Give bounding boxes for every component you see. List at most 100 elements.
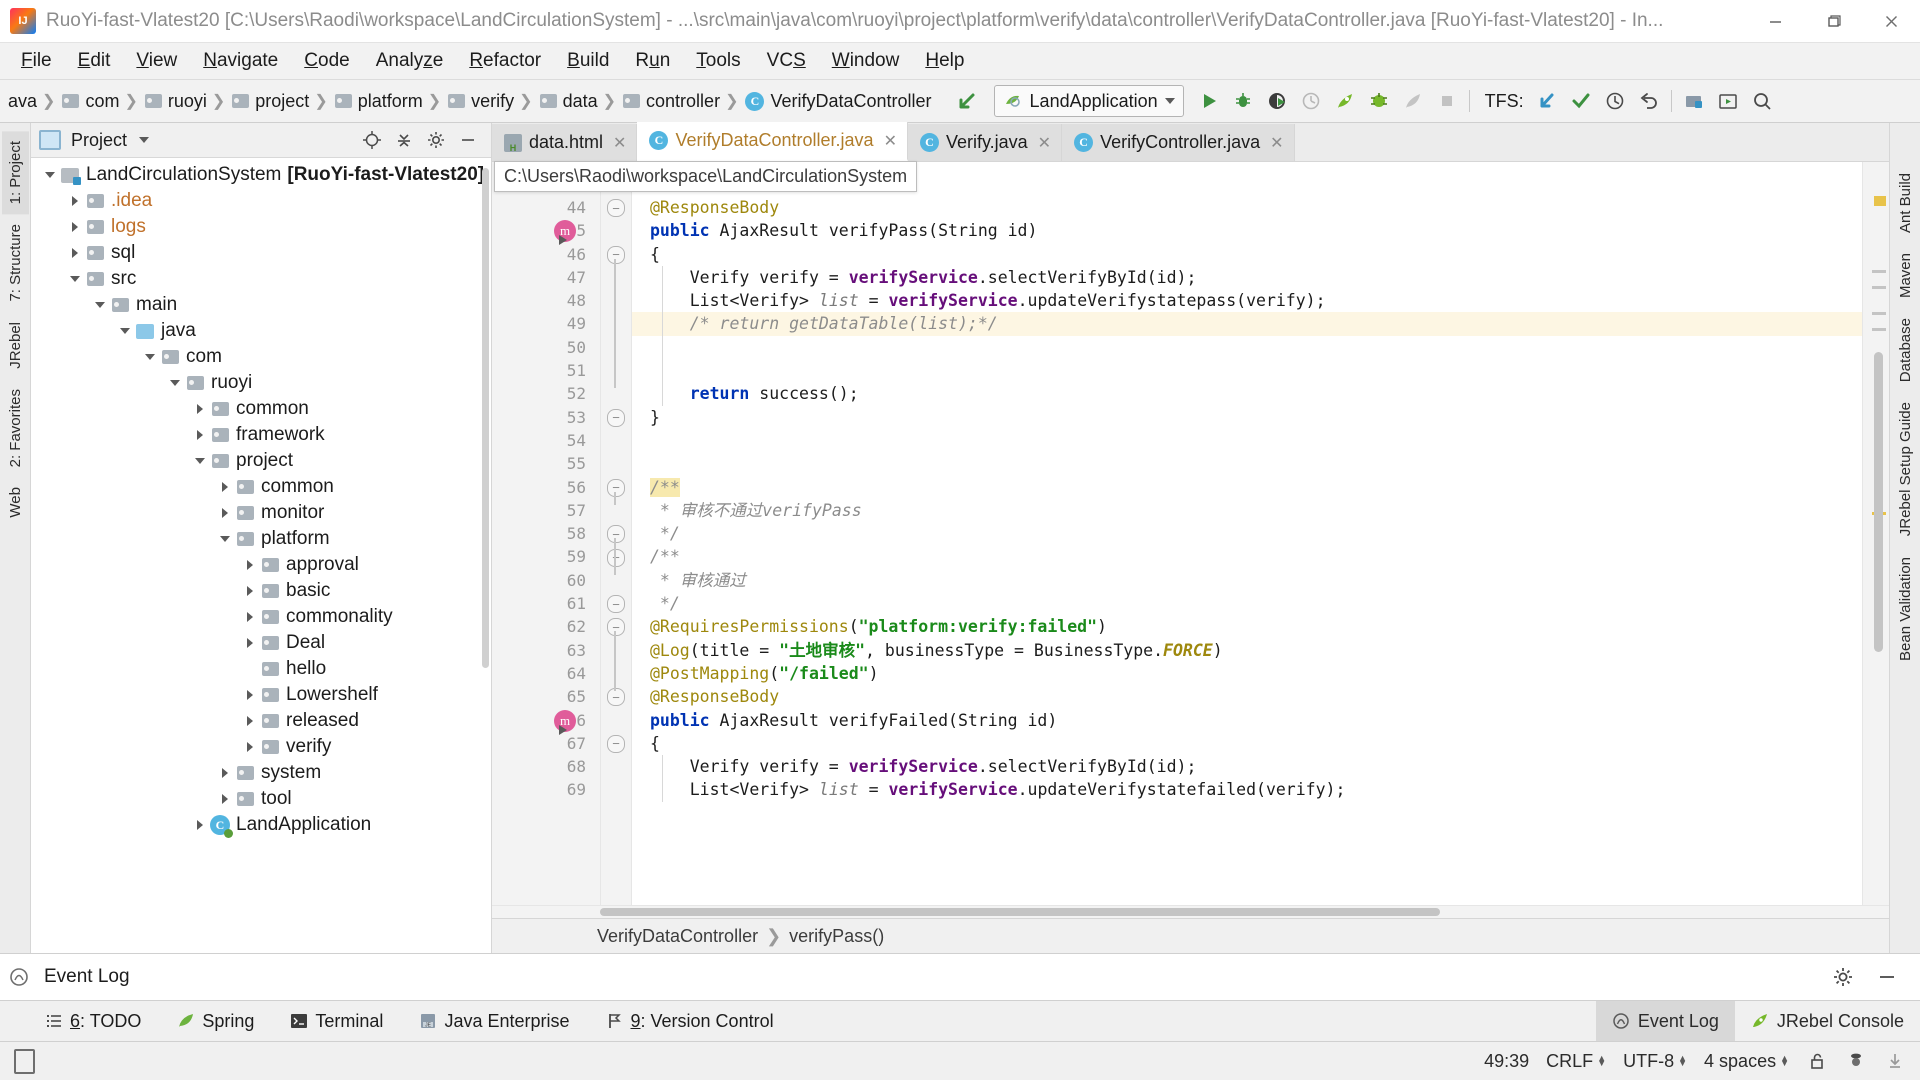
code-folding-gutter[interactable]: − − − − − − − − − − bbox=[601, 162, 632, 905]
code-area[interactable]: 44 45 46 47 48 49 50 51 52 53 54 55 56 57 58 59 60 61 62 63… bbox=[492, 162, 1889, 905]
tree-row[interactable]: verify bbox=[31, 734, 491, 760]
close-icon[interactable]: ✕ bbox=[1038, 133, 1051, 153]
gear-icon[interactable] bbox=[1832, 966, 1854, 988]
menu-navigate[interactable]: Navigate bbox=[190, 46, 291, 76]
code-text[interactable]: @ResponseBody public AjaxResult verifyPas… bbox=[632, 162, 1862, 905]
fold-end-icon[interactable]: − bbox=[607, 595, 625, 614]
code-line[interactable]: List<Verify> list = verifyService.update… bbox=[632, 289, 1862, 312]
settings-gear-icon[interactable] bbox=[425, 129, 447, 151]
breadcrumb-com[interactable]: com bbox=[56, 91, 123, 112]
tree-row[interactable]: platform bbox=[31, 526, 491, 552]
fold-end-icon[interactable]: − bbox=[607, 199, 625, 217]
code-line[interactable]: /* return getDataTable(list);*/ bbox=[632, 312, 1862, 336]
code-line[interactable] bbox=[632, 452, 1862, 475]
chevron-right-icon[interactable] bbox=[241, 690, 259, 700]
tool-window-tab-maven[interactable]: Maven bbox=[1892, 243, 1919, 308]
project-structure-icon[interactable] bbox=[1677, 84, 1711, 118]
collapse-all-icon[interactable] bbox=[393, 129, 415, 151]
menu-edit[interactable]: Edit bbox=[65, 46, 124, 76]
tool-window-tab-database[interactable]: Database bbox=[1892, 308, 1919, 392]
tree-row[interactable]: common bbox=[31, 474, 491, 500]
code-line[interactable]: } bbox=[632, 406, 1862, 429]
breadcrumb-data[interactable]: data bbox=[534, 91, 602, 112]
close-icon[interactable]: ✕ bbox=[1270, 133, 1283, 153]
run-with-coverage-icon[interactable] bbox=[1260, 84, 1294, 118]
fold-start-icon[interactable]: − bbox=[607, 245, 625, 264]
chevron-right-icon[interactable] bbox=[241, 742, 259, 752]
tool-window-tab-1-project[interactable]: 1: Project bbox=[1, 131, 29, 215]
chevron-down-icon[interactable] bbox=[139, 137, 150, 143]
tree-row[interactable]: ruoyi bbox=[31, 370, 491, 396]
chevron-down-icon[interactable] bbox=[216, 536, 234, 542]
run-configuration-selector[interactable]: LandApplication bbox=[993, 85, 1184, 117]
chevron-right-icon[interactable] bbox=[216, 794, 234, 804]
history-icon[interactable] bbox=[1598, 84, 1632, 118]
chevron-right-icon[interactable] bbox=[191, 404, 209, 414]
breadcrumb-platform[interactable]: platform bbox=[329, 91, 427, 112]
code-line[interactable]: Verify verify = verifyService.selectVeri… bbox=[632, 266, 1862, 289]
hector-icon[interactable] bbox=[1845, 1050, 1867, 1072]
minimize-button[interactable] bbox=[1746, 1, 1804, 42]
code-line[interactable]: { bbox=[632, 243, 1862, 266]
tool-window-tab-2-favorites[interactable]: 2: Favorites bbox=[2, 379, 29, 477]
tool-window-tab-ant-build[interactable]: Ant Build bbox=[1892, 163, 1919, 243]
tree-row[interactable]: project bbox=[31, 448, 491, 474]
tree-row[interactable]: approval bbox=[31, 552, 491, 578]
locate-icon[interactable] bbox=[361, 129, 383, 151]
bottom-tab-spring[interactable]: Spring bbox=[172, 1008, 259, 1035]
bottom-tab-event-log[interactable]: Event Log bbox=[1595, 1001, 1735, 1041]
check-out-icon[interactable] bbox=[1530, 84, 1564, 118]
chevron-down-icon[interactable] bbox=[191, 458, 209, 464]
chevron-right-icon[interactable] bbox=[241, 612, 259, 622]
tree-row[interactable]: framework bbox=[31, 422, 491, 448]
editor-horizontal-scrollbar[interactable] bbox=[600, 908, 1440, 916]
chevron-right-icon[interactable] bbox=[66, 222, 84, 232]
code-line[interactable]: /** bbox=[632, 545, 1862, 568]
menu-tools[interactable]: Tools bbox=[683, 46, 753, 76]
profile-icon[interactable] bbox=[1294, 84, 1328, 118]
tree-row[interactable]: LandCirculationSystem [RuoYi-fast-Vlatest… bbox=[31, 162, 491, 188]
bottom-tab-jrebel-console[interactable]: JRebel Console bbox=[1735, 1001, 1920, 1041]
close-button[interactable] bbox=[1862, 1, 1920, 42]
chevron-right-icon[interactable] bbox=[241, 560, 259, 570]
bottom-tab-java-enterprise[interactable]: JE Java Enterprise bbox=[414, 1008, 574, 1035]
check-in-icon[interactable] bbox=[1564, 84, 1598, 118]
code-line[interactable]: * 审核不通过verifyPass bbox=[632, 499, 1862, 522]
chevron-right-icon[interactable] bbox=[66, 248, 84, 258]
menu-run[interactable]: Run bbox=[622, 46, 683, 76]
code-line[interactable]: @PostMapping("/failed") bbox=[632, 662, 1862, 685]
tree-row[interactable]: sql bbox=[31, 240, 491, 266]
caret-position[interactable]: 49:39 bbox=[1484, 1051, 1529, 1072]
breadcrumb-controller[interactable]: controller bbox=[617, 91, 724, 112]
code-line[interactable]: List<Verify> list = verifyService.update… bbox=[632, 778, 1862, 801]
fold-start-icon[interactable]: − bbox=[607, 478, 625, 497]
tree-row[interactable]: hello bbox=[31, 656, 491, 682]
bottom-tab-6-todo[interactable]: 6: TODO bbox=[40, 1008, 146, 1035]
tree-row[interactable]: Deal bbox=[31, 630, 491, 656]
search-everywhere-icon[interactable] bbox=[1745, 84, 1779, 118]
breadcrumb-ava[interactable]: ava bbox=[2, 91, 41, 112]
code-line[interactable]: @ResponseBody bbox=[632, 196, 1862, 219]
breadcrumb-verifydatacontroller[interactable]: C VerifyDataController bbox=[739, 91, 935, 112]
project-tree-scrollbar[interactable] bbox=[482, 168, 489, 668]
fold-start-icon[interactable]: − bbox=[607, 734, 625, 753]
breadcrumb-verify[interactable]: verify bbox=[442, 91, 518, 112]
tool-window-tab-jrebel[interactable]: JRebel bbox=[2, 312, 29, 379]
change-marker[interactable] bbox=[1872, 270, 1886, 273]
chevron-right-icon[interactable] bbox=[191, 430, 209, 440]
tree-row[interactable]: Lowershelf bbox=[31, 682, 491, 708]
editor-vertical-scrollbar[interactable] bbox=[1874, 352, 1883, 652]
memory-indicator-icon[interactable] bbox=[14, 1048, 35, 1074]
warning-marker[interactable] bbox=[1874, 196, 1886, 206]
tool-window-tab-bean-validation[interactable]: Bean Validation bbox=[1892, 547, 1919, 671]
code-line[interactable]: */ bbox=[632, 592, 1862, 615]
change-marker[interactable] bbox=[1872, 286, 1886, 289]
tool-window-tab-7-structure[interactable]: 7: Structure bbox=[2, 214, 29, 312]
maximize-button[interactable] bbox=[1804, 1, 1862, 42]
tree-row[interactable]: tool bbox=[31, 786, 491, 812]
code-line[interactable]: /** bbox=[632, 476, 1862, 499]
menu-view[interactable]: View bbox=[123, 46, 190, 76]
menu-build[interactable]: Build bbox=[554, 46, 622, 76]
menu-vcs[interactable]: VCS bbox=[754, 46, 819, 76]
code-line[interactable] bbox=[632, 359, 1862, 382]
